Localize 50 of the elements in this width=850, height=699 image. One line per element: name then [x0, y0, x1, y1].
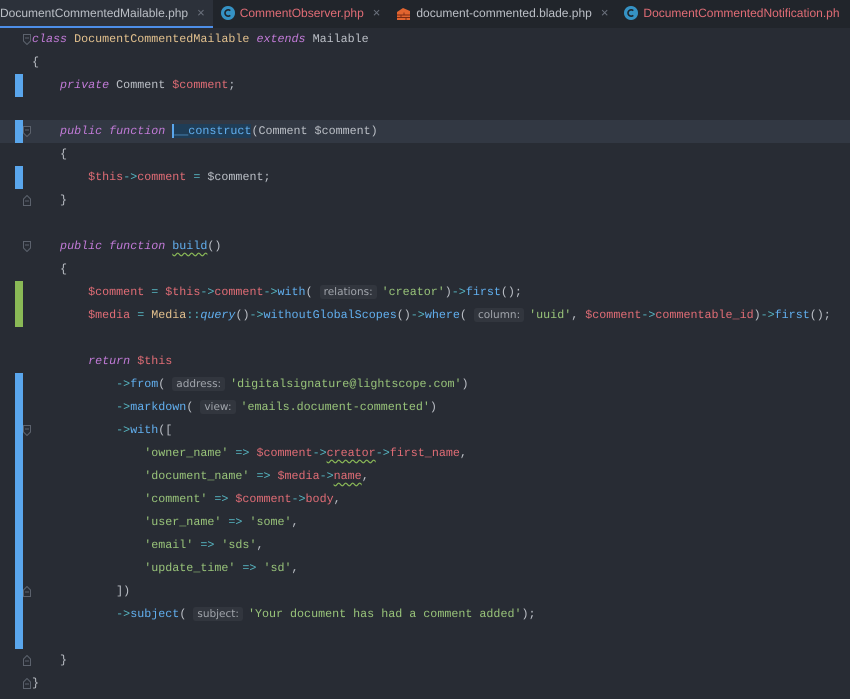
editor-tab[interactable]: DocumentCommentedMailable.php × — [0, 0, 213, 28]
fold-icon[interactable] — [23, 195, 31, 206]
editor-tab[interactable]: CommentObserver.php × — [212, 0, 388, 28]
code-line: $media = Media::query()->withoutGlobalScopes()->where( column: 'uuid', $comment->commentable_id)->first(); — [87, 306, 831, 324]
fold-icon[interactable] — [23, 586, 31, 597]
code-line: ->subject( subject: 'Your document has had a comment added'); — [115, 606, 536, 623]
fold-icon[interactable] — [23, 34, 31, 45]
code-line: 'update_time' => 'sd', — [143, 560, 299, 577]
code-line: 'email' => 'sds', — [143, 536, 264, 554]
code-line: $this->comment = $comment; — [87, 168, 270, 186]
code-line: private Comment $comment; — [59, 76, 236, 94]
class-icon — [624, 6, 638, 20]
change-marker[interactable] — [15, 166, 23, 189]
code-line: 'user_name' => 'some', — [143, 514, 299, 531]
fold-icon[interactable] — [23, 678, 31, 689]
code-line: { — [59, 146, 68, 163]
editor-tab[interactable]: document-commented.blade.php × — [388, 0, 616, 28]
code-line: 'comment' => $comment->body, — [143, 490, 341, 508]
change-marker[interactable] — [15, 304, 23, 327]
change-marker[interactable] — [15, 120, 23, 143]
code-line: 'owner_name' => $comment->creator->first_name, — [143, 444, 467, 462]
code-line: { — [59, 260, 68, 278]
close-icon[interactable]: × — [193, 3, 205, 23]
code-line: 'document_name' => $media->name, — [143, 468, 369, 485]
change-marker[interactable] — [15, 373, 23, 396]
code-line: ->markdown( view: 'emails.document-commented') — [115, 398, 437, 416]
class-icon — [220, 6, 235, 20]
code-line: ->from( address: 'digitalsignature@lightscope.com') — [115, 376, 469, 393]
code-line: public function build() — [59, 238, 222, 255]
code-line: } — [32, 674, 40, 692]
editor-tab[interactable]: DocumentCommentedNotification.ph — [616, 0, 848, 28]
change-marker[interactable] — [15, 74, 23, 97]
code-line: ->with([ — [115, 422, 172, 439]
code-line: return $this — [87, 352, 172, 370]
code-line: class DocumentCommentedMailable extends Mailable — [32, 30, 369, 48]
code-line: public function __construct(Comment $comment) — [59, 122, 378, 140]
code-line: } — [59, 652, 68, 669]
code-line: ]) — [115, 582, 130, 600]
code-line: } — [59, 192, 68, 209]
fold-icon[interactable] — [23, 241, 31, 252]
close-icon[interactable]: × — [596, 3, 608, 23]
code-line: $comment = $this->comment->with( relations: 'creator')->first(); — [87, 284, 522, 301]
change-marker[interactable] — [15, 626, 23, 649]
fold-icon[interactable] — [23, 425, 31, 436]
code-line: { — [32, 54, 40, 71]
file-type-icon — [396, 6, 412, 20]
change-marker[interactable] — [15, 281, 23, 304]
close-icon[interactable]: × — [368, 3, 380, 23]
fold-icon[interactable] — [23, 655, 31, 666]
fold-icon[interactable] — [23, 126, 31, 137]
